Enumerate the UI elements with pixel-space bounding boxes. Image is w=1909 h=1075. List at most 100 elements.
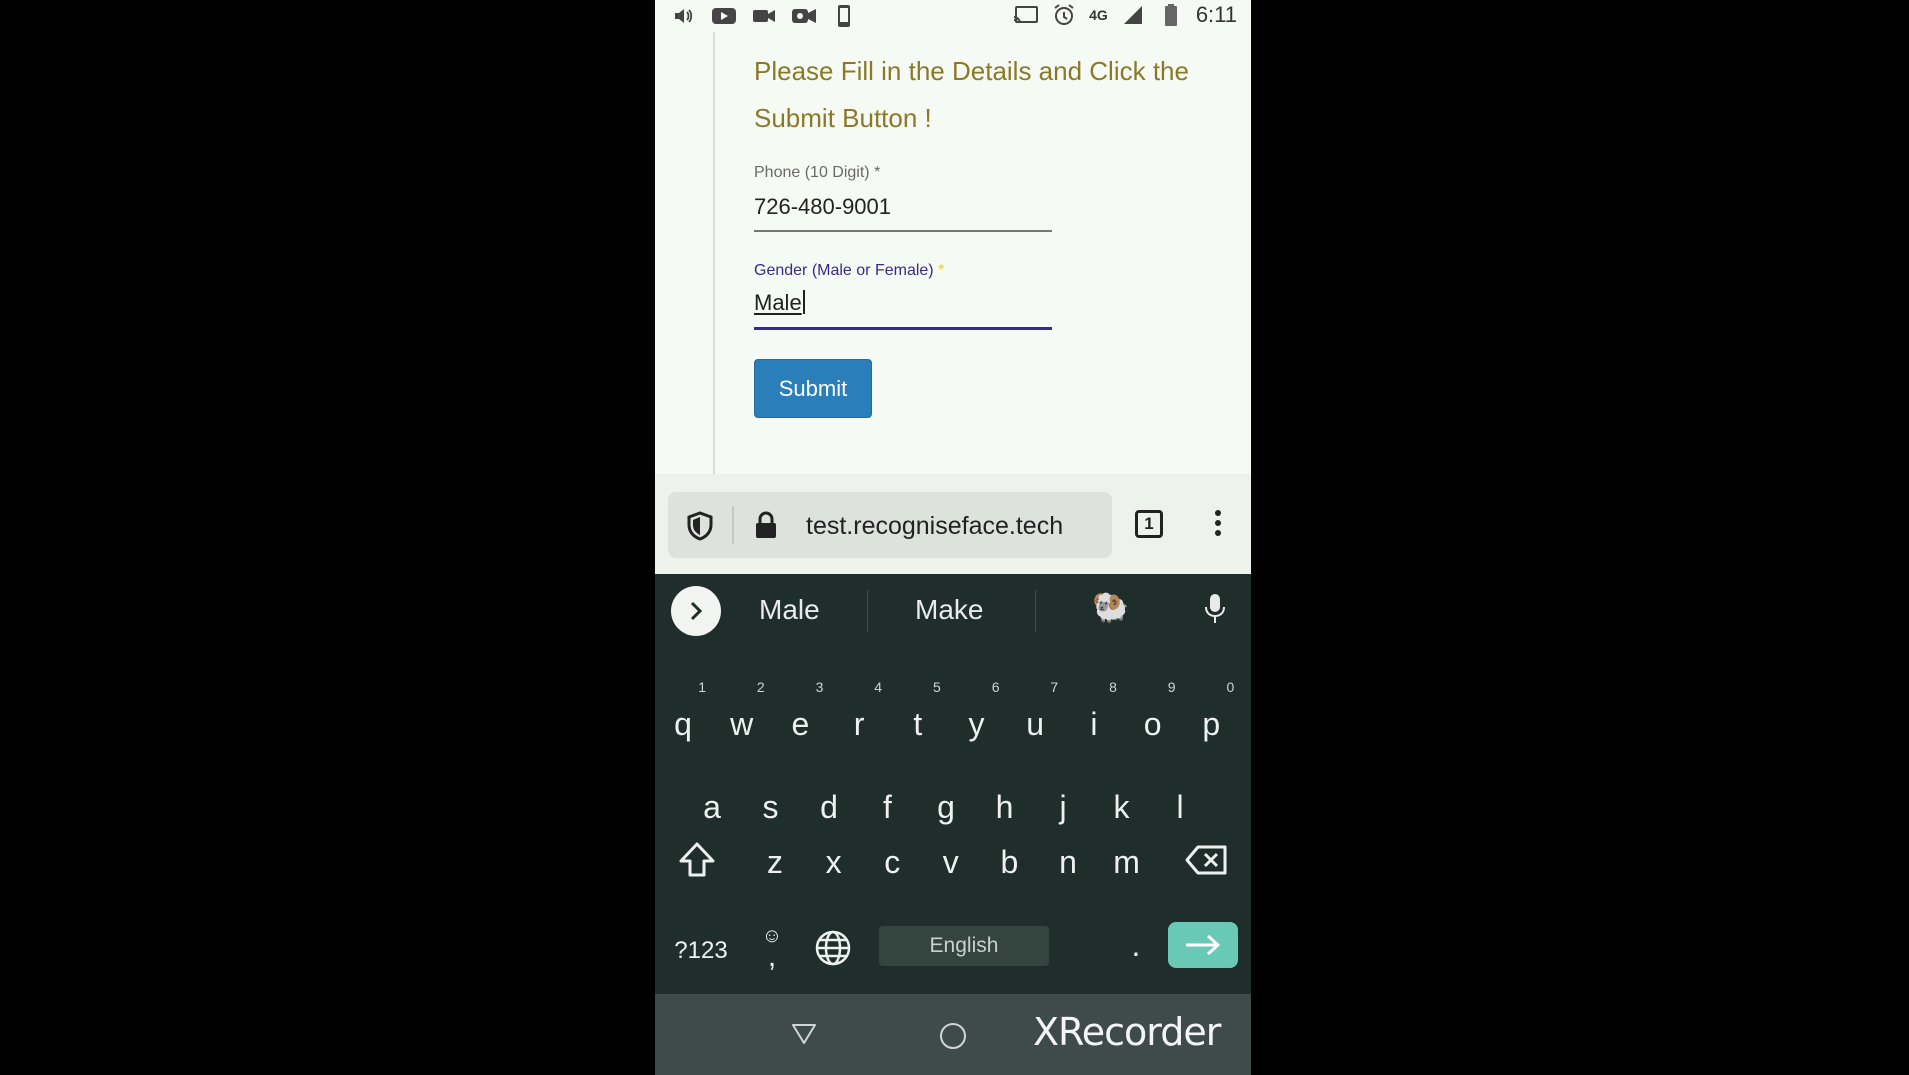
- suggestion-2[interactable]: Make: [915, 594, 983, 626]
- alarm-icon: [1051, 3, 1077, 27]
- microphone-icon[interactable]: [1203, 592, 1227, 631]
- key-k[interactable]: k: [1097, 777, 1147, 837]
- expand-toolbar-button[interactable]: [671, 586, 721, 636]
- key-label: r: [853, 706, 865, 742]
- key-v[interactable]: v: [926, 832, 976, 892]
- web-page-content: Please Fill in the Details and Click the…: [655, 32, 1251, 477]
- key-m[interactable]: m: [1102, 832, 1152, 892]
- url-text[interactable]: test.recogniseface.tech: [806, 512, 1063, 541]
- key-p[interactable]: p0: [1186, 680, 1236, 754]
- gender-label-text: Gender (Male or Female): [754, 262, 934, 279]
- recorder-watermark: XRecorder: [1033, 1010, 1221, 1054]
- form-instructions: Please Fill in the Details and Click the…: [754, 56, 1189, 133]
- emoji-suggestion[interactable]: 🐏: [1092, 590, 1129, 625]
- phone-label-text: Phone (10 Digit): [754, 164, 870, 181]
- divider: [867, 590, 868, 632]
- language-key[interactable]: [813, 926, 853, 970]
- status-bar: 4G 6:11: [655, 0, 1251, 32]
- key-label: p: [1202, 706, 1221, 742]
- key-r[interactable]: r4: [834, 680, 884, 754]
- key-i[interactable]: i8: [1069, 680, 1119, 754]
- key-label: q: [674, 706, 692, 742]
- key-n[interactable]: n: [1043, 832, 1093, 892]
- key-l[interactable]: l: [1155, 777, 1205, 837]
- chevron-right-icon: [690, 601, 703, 621]
- arrow-right-icon: [1186, 934, 1220, 956]
- lock-icon[interactable]: [754, 510, 778, 545]
- key-hint-number: 9: [1167, 679, 1176, 695]
- key-z[interactable]: z: [750, 832, 800, 892]
- backspace-key[interactable]: [1181, 840, 1231, 880]
- text-cursor: [802, 290, 805, 314]
- overflow-menu-icon[interactable]: [1215, 510, 1223, 540]
- key-f[interactable]: f: [863, 777, 913, 837]
- key-hint-number: 3: [815, 679, 824, 695]
- home-circle-icon[interactable]: [940, 1023, 966, 1049]
- submit-button[interactable]: Submit: [754, 359, 872, 418]
- space-key[interactable]: English: [879, 926, 1049, 966]
- gender-input-underline: [754, 327, 1052, 330]
- key-label: u: [1026, 706, 1045, 742]
- key-q[interactable]: q1: [658, 680, 708, 754]
- divider: [1035, 590, 1036, 632]
- key-j[interactable]: j: [1038, 777, 1088, 837]
- key-d[interactable]: d: [804, 777, 854, 837]
- cast-icon: [1013, 3, 1039, 27]
- key-hint-number: 5: [933, 679, 941, 695]
- back-triangle-icon[interactable]: [791, 1022, 817, 1051]
- shift-key[interactable]: [675, 836, 719, 884]
- key-hint-number: 4: [874, 679, 883, 695]
- suggestion-1[interactable]: Male: [759, 594, 820, 626]
- required-marker: *: [938, 262, 945, 279]
- key-e[interactable]: e3: [775, 680, 825, 754]
- key-u[interactable]: u7: [1010, 680, 1060, 754]
- key-o[interactable]: o9: [1128, 680, 1178, 754]
- tab-switcher-button[interactable]: 1: [1135, 510, 1163, 538]
- key-y[interactable]: y6: [952, 680, 1002, 754]
- period-key[interactable]: .: [1121, 920, 1151, 970]
- key-label: o: [1143, 706, 1162, 742]
- shield-icon[interactable]: [686, 511, 714, 546]
- battery-icon: [1158, 3, 1184, 27]
- backspace-icon: [1185, 845, 1227, 875]
- signal-icon: [1120, 3, 1146, 27]
- comma-emoji-key[interactable]: ☺ ,: [757, 914, 787, 980]
- address-bar[interactable]: test.recogniseface.tech: [668, 492, 1112, 558]
- required-marker: *: [874, 164, 881, 181]
- key-hint-number: 0: [1226, 679, 1235, 695]
- gender-input-value: Male: [754, 290, 802, 315]
- key-b[interactable]: b: [984, 832, 1034, 892]
- navigation-bar: XRecorder: [655, 994, 1251, 1075]
- key-hint-number: 6: [991, 679, 1000, 695]
- browser-toolbar: test.recogniseface.tech 1: [655, 474, 1251, 574]
- key-x[interactable]: x: [809, 832, 859, 892]
- left-border: [713, 32, 715, 477]
- key-h[interactable]: h: [980, 777, 1030, 837]
- video-camera-icon: [751, 4, 777, 28]
- key-t[interactable]: t5: [893, 680, 943, 754]
- soft-keyboard: Male Make 🐏 q1w2e3r4t5y6u7i8o9p0 asdfghj…: [655, 574, 1251, 994]
- key-c[interactable]: c: [867, 832, 917, 892]
- key-hint-number: 1: [698, 679, 706, 695]
- key-label: y: [968, 706, 985, 742]
- key-w[interactable]: w2: [717, 680, 767, 754]
- gender-field-label: Gender (Male or Female) *: [754, 262, 944, 280]
- phone-input[interactable]: 726-480-9001: [754, 194, 891, 220]
- key-g[interactable]: g: [921, 777, 971, 837]
- key-label: t: [913, 706, 923, 742]
- gender-input[interactable]: Male: [754, 290, 805, 316]
- video-camera-icon: [791, 4, 817, 28]
- key-a[interactable]: a: [687, 777, 737, 837]
- phone-input-underline: [754, 230, 1052, 232]
- suggestion-strip: Male Make 🐏: [655, 574, 1251, 648]
- key-hint-number: 2: [756, 679, 765, 695]
- key-label: e: [791, 706, 810, 742]
- key-hint-number: 7: [1050, 679, 1059, 695]
- key-label: w: [730, 706, 754, 742]
- phone-icon: [831, 4, 857, 28]
- symbols-key[interactable]: ?123: [669, 926, 733, 976]
- key-label: i: [1090, 706, 1098, 742]
- youtube-icon: [711, 4, 737, 28]
- go-key[interactable]: [1168, 922, 1238, 968]
- key-s[interactable]: s: [746, 777, 796, 837]
